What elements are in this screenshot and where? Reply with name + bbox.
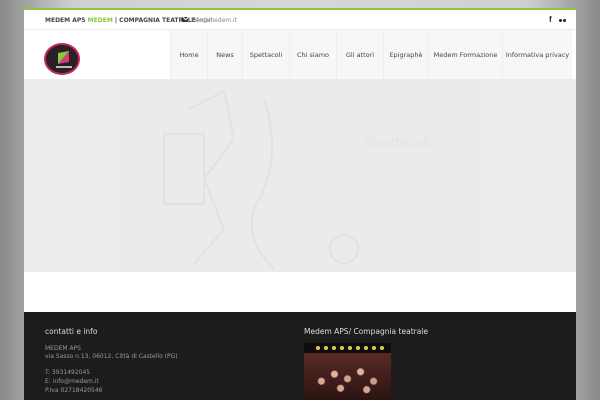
logo-wordmark — [56, 66, 72, 68]
hero-text: Spettacoli — [364, 134, 430, 151]
footer-piva: P.Iva 02718420546 — [45, 387, 103, 394]
footer-contacts-title: contatti e info — [45, 327, 98, 336]
logo-cube-icon — [58, 51, 69, 64]
hero-faded-illustration — [163, 89, 359, 270]
site-logo[interactable] — [44, 43, 80, 75]
page-container: MEDEM APS MEDEM | COMPAGNIA TEATRALEemai… — [24, 8, 576, 400]
topbar-brand: MEDEM APS MEDEM | COMPAGNIA TEATRALEemai… — [45, 17, 214, 24]
brand-highlight: MEDEM — [87, 17, 113, 24]
site-header: Home News Spettacoli Chi siamo Gli attor… — [24, 30, 576, 79]
mail-icon — [182, 17, 188, 22]
nav-item-spettacoli[interactable]: Spettacoli — [242, 30, 289, 79]
top-bar: MEDEM APS MEDEM | COMPAGNIA TEATRALEemai… — [24, 10, 576, 30]
photo-lights-strip — [304, 343, 391, 353]
company-photo[interactable] — [304, 343, 391, 400]
footer-email[interactable]: E: info@medem.it — [45, 378, 99, 385]
nav-item-chi-siamo[interactable]: Chi siamo — [289, 30, 336, 79]
flickr-icon[interactable] — [559, 19, 566, 23]
footer-company-name: MEDEM APS — [45, 345, 81, 352]
nav-item-epigraphe[interactable]: Epigraphè — [383, 30, 428, 79]
brand-prefix: MEDEM APS — [45, 17, 88, 24]
main-navigation: Home News Spettacoli Chi siamo Gli attor… — [170, 30, 572, 79]
nav-item-news[interactable]: News — [207, 30, 242, 79]
photo-actors-group — [304, 353, 391, 400]
footer-address: via Sasso n.13, 06012, Città di Castello… — [45, 353, 178, 360]
nav-item-medem-formazione[interactable]: Medem Formazione — [428, 30, 502, 79]
topbar-email-link[interactable]: info@medem.it — [191, 17, 237, 24]
hero-slider[interactable]: Spettacoli — [24, 79, 576, 272]
nav-item-informativa-privacy[interactable]: Informativa privacy — [502, 30, 572, 79]
nav-item-home[interactable]: Home — [170, 30, 207, 79]
footer-company-title: Medem APS/ Compagnia teatrale — [304, 327, 429, 336]
nav-item-gli-attori[interactable]: Gli attori — [336, 30, 383, 79]
footer-phone: T: 3931492045 — [45, 369, 91, 376]
facebook-icon[interactable]: f — [549, 15, 552, 24]
